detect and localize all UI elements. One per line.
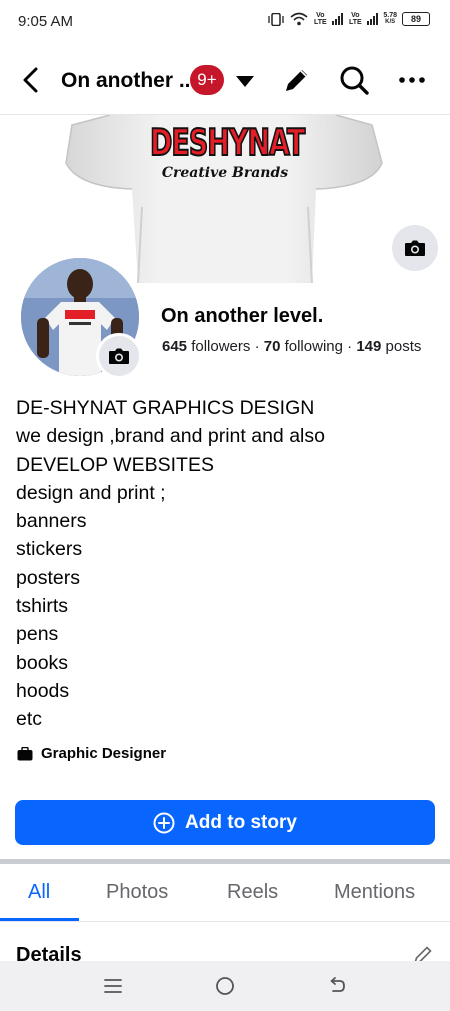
- profile-tabs: All Photos Reels Mentions: [0, 864, 450, 922]
- profile-name: On another level.: [161, 305, 324, 327]
- bio-line: posters: [16, 566, 80, 589]
- more-options-icon[interactable]: [396, 69, 428, 91]
- system-navigation-bar: [0, 961, 450, 1011]
- bio-line: etc: [16, 708, 43, 731]
- notification-badge[interactable]: 9+: [190, 65, 224, 95]
- signal-icon-1: [332, 13, 344, 25]
- status-icons: Vo LTE Vo LTE 5.78 K/S 89: [267, 12, 430, 26]
- signal-icon-2: [367, 13, 379, 25]
- back-arrow-icon[interactable]: [18, 66, 46, 94]
- bio-line: tshirts: [16, 595, 69, 618]
- vibrate-icon: [268, 12, 285, 26]
- tab-reels[interactable]: Reels: [227, 881, 278, 904]
- camera-icon: [109, 348, 129, 364]
- posts-label: posts: [385, 338, 422, 355]
- following-count[interactable]: 70: [264, 338, 281, 355]
- pencil-icon[interactable]: [282, 65, 312, 95]
- followers-count[interactable]: 645: [162, 338, 187, 355]
- bio-line: stickers: [16, 538, 83, 561]
- brand-tagline: Creative Brands: [161, 165, 289, 181]
- bio-line: DE-SHYNAT GRAPHICS DESIGN: [16, 397, 315, 419]
- page-title[interactable]: On another ...: [61, 69, 196, 93]
- profile-bio: DE-SHYNAT GRAPHICS DESIGN we design ,bra…: [16, 394, 436, 734]
- battery-icon: 89: [402, 12, 430, 26]
- net-speed: 5.78 K/S: [383, 12, 397, 26]
- net-speed-unit: K/S: [385, 19, 396, 25]
- search-icon[interactable]: [338, 64, 370, 96]
- stats-separator: ·: [347, 338, 353, 355]
- bio-line: hoods: [16, 679, 70, 702]
- battery-level: 89: [410, 14, 421, 24]
- tab-photos[interactable]: Photos: [106, 881, 168, 904]
- wifi-icon: [290, 12, 308, 26]
- bio-line: pens: [16, 623, 59, 646]
- caret-down-icon[interactable]: [234, 73, 256, 89]
- bio-line: books: [16, 651, 69, 674]
- net-speed-value: 5.78: [383, 12, 397, 19]
- sim2-label: Vo LTE: [349, 12, 362, 26]
- sim1-label: Vo LTE: [314, 12, 327, 26]
- profile-stats: 645 followers · 70 following · 149 posts: [162, 338, 421, 355]
- profile-header: On another ... 9+: [0, 52, 450, 108]
- work-label: Graphic Designer: [41, 745, 167, 762]
- tab-mentions[interactable]: Mentions: [334, 881, 415, 904]
- bio-line: banners: [16, 510, 87, 533]
- avatar-camera-button[interactable]: [96, 333, 142, 379]
- back-nav-icon[interactable]: [324, 973, 350, 999]
- status-bar: 9:05 AM Vo LTE Vo LTE 5.78 K/S 89: [0, 0, 450, 44]
- bio-line: design and print ;: [16, 481, 166, 504]
- cover-camera-button[interactable]: [392, 225, 438, 271]
- status-time: 9:05 AM: [18, 13, 74, 30]
- bio-line: DEVELOP WEBSITES: [16, 453, 214, 476]
- posts-count: 149: [356, 338, 382, 355]
- plus-circle-icon: [153, 812, 175, 833]
- tabs-divider: [0, 921, 450, 922]
- followers-label[interactable]: followers: [191, 338, 250, 355]
- home-circle-icon[interactable]: [212, 973, 238, 999]
- stats-separator: ·: [254, 338, 260, 355]
- brand-text: DESHYNAT: [149, 122, 306, 166]
- brand-logo: DESHYNAT Creative Brands: [149, 122, 306, 181]
- add-to-story-button[interactable]: Add to story: [15, 800, 435, 845]
- menu-icon[interactable]: [100, 973, 126, 999]
- tab-all[interactable]: All: [28, 881, 50, 904]
- add-to-story-label: Add to story: [185, 811, 297, 833]
- following-label[interactable]: following: [285, 338, 343, 355]
- bio-line: we design ,brand and print and also: [16, 425, 325, 448]
- camera-icon: [405, 240, 425, 256]
- briefcase-icon: [17, 746, 33, 760]
- work-info: Graphic Designer: [17, 745, 166, 762]
